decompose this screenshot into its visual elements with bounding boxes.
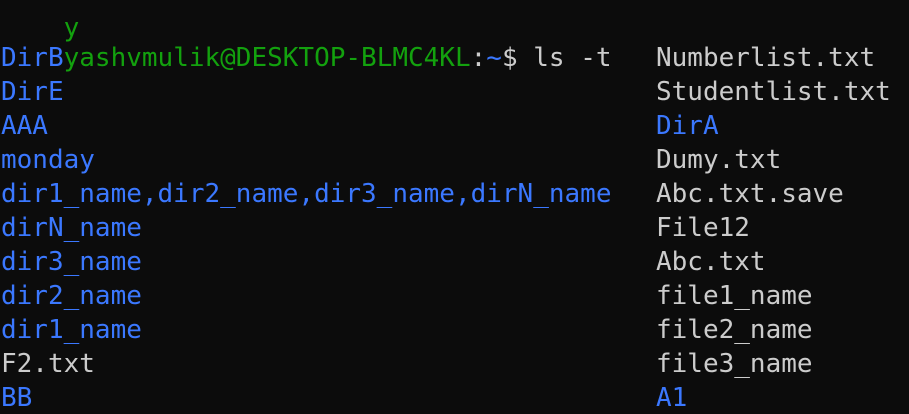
listing-row: AAA DirA bbox=[0, 109, 909, 143]
file-entry: Numberlist.txt bbox=[656, 43, 876, 73]
directory-entry: DirE bbox=[1, 77, 64, 107]
directory-entry: dir2_name bbox=[1, 281, 142, 311]
terminal-window[interactable]: y yashvmulik@DESKTOP-BLMC4KL:~$ ls -t Di… bbox=[0, 0, 909, 414]
listing-row: dir1_name file2_name bbox=[0, 313, 909, 347]
file-entry: file1_name bbox=[656, 281, 813, 311]
directory-entry: BB bbox=[1, 383, 33, 413]
listing-row: F2.txt file3_name bbox=[0, 347, 909, 381]
listing-row: dirN_name File12 bbox=[0, 211, 909, 245]
directory-entry: DirB bbox=[1, 43, 64, 73]
directory-entry: DirA bbox=[656, 111, 719, 141]
directory-entry: dirN_name bbox=[1, 213, 142, 243]
file-entry: File12 bbox=[656, 213, 750, 243]
listing-row: BB A1 bbox=[0, 381, 909, 414]
ls-output-listing: DirB Numberlist.txt DirE Studentlist.txt AAA… bbox=[0, 41, 909, 414]
command-prompt-line: yashvmulik@DESKTOP-BLMC4KL:~$ ls -t bbox=[1, 7, 612, 73]
directory-entry: dir1_name bbox=[1, 315, 142, 345]
listing-row: monday Dumy.txt bbox=[0, 143, 909, 177]
directory-entry: AAA bbox=[1, 111, 48, 141]
listing-row: DirE Studentlist.txt bbox=[0, 75, 909, 109]
file-entry: Dumy.txt bbox=[656, 145, 782, 175]
file-entry: file2_name bbox=[656, 315, 813, 345]
directory-entry: A1 bbox=[656, 383, 688, 413]
directory-entry: dir1_name,dir2_name,dir3_name,dirN_name bbox=[1, 179, 612, 209]
listing-row: DirB Numberlist.txt bbox=[0, 41, 909, 75]
file-entry: file3_name bbox=[656, 349, 813, 379]
directory-entry: monday bbox=[1, 145, 95, 175]
listing-row: dir2_name file1_name bbox=[0, 279, 909, 313]
file-entry: Abc.txt bbox=[656, 247, 766, 277]
listing-row: dir1_name,dir2_name,dir3_name,dirN_name A… bbox=[0, 177, 909, 211]
file-entry: F2.txt bbox=[1, 349, 95, 379]
directory-entry: dir3_name bbox=[1, 247, 142, 277]
file-entry: Studentlist.txt bbox=[656, 77, 891, 107]
file-entry: Abc.txt.save bbox=[656, 179, 844, 209]
listing-row: dir3_name Abc.txt bbox=[0, 245, 909, 279]
